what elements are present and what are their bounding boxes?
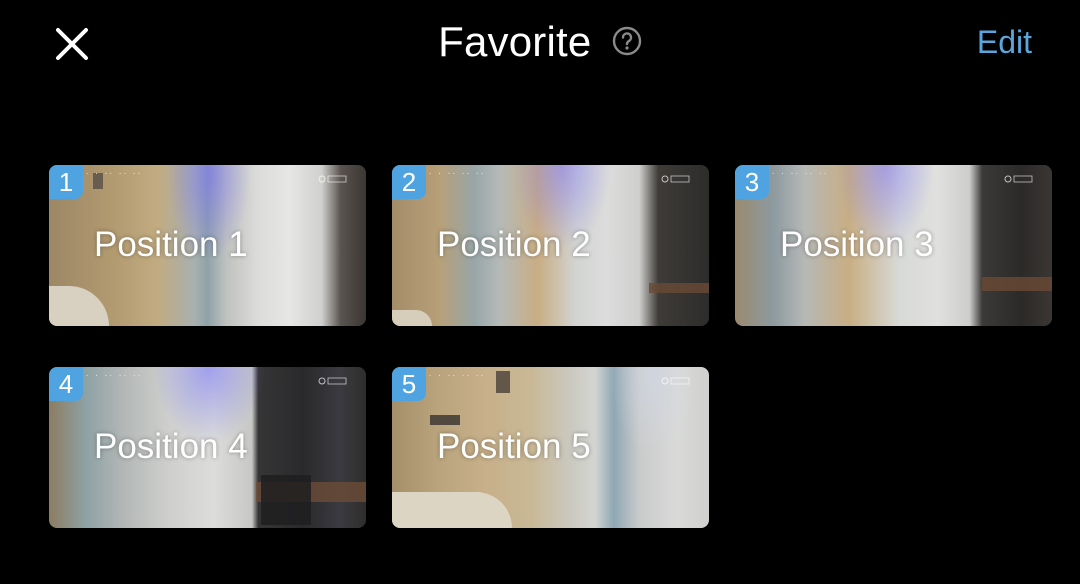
camera-watermark-icon	[318, 377, 347, 385]
position-tile[interactable]: · · ·· ·· ·· 4 Position 4	[49, 367, 366, 528]
timestamp-overlay: · · ·· ·· ··	[771, 170, 828, 178]
position-label: Position 4	[94, 427, 248, 466]
position-tile[interactable]: · · ·· ·· ·· 5 Position 5	[392, 367, 709, 528]
title-area: Favorite	[0, 18, 1080, 70]
header: Favorite Edit	[0, 0, 1080, 90]
position-tile[interactable]: · · ·· ·· ·· 2 Position 2	[392, 165, 709, 326]
camera-watermark-icon	[1004, 175, 1033, 183]
help-circle-icon[interactable]	[612, 26, 642, 56]
position-tile[interactable]: · · ·· ·· ·· 1 Position 1	[49, 165, 366, 326]
timestamp-overlay: · · ·· ·· ··	[85, 170, 142, 178]
snapshot-detail	[982, 277, 1052, 291]
snapshot-detail	[392, 492, 512, 528]
snapshot-detail	[496, 371, 510, 393]
snapshot-detail	[430, 415, 460, 425]
timestamp-overlay: · · ·· ·· ··	[428, 170, 485, 178]
position-number-badge: 1	[49, 165, 83, 199]
camera-watermark-icon	[318, 175, 347, 183]
position-number-badge: 5	[392, 367, 426, 401]
position-number-badge: 3	[735, 165, 769, 199]
position-number-badge: 4	[49, 367, 83, 401]
edit-button[interactable]: Edit	[977, 24, 1032, 61]
timestamp-overlay: · · ·· ·· ··	[428, 372, 485, 380]
camera-watermark-icon	[661, 377, 690, 385]
position-label: Position 5	[437, 427, 591, 466]
camera-watermark-icon	[661, 175, 690, 183]
position-number-badge: 2	[392, 165, 426, 199]
snapshot-detail	[649, 283, 709, 293]
page-title: Favorite	[438, 18, 592, 65]
position-label: Position 3	[780, 225, 934, 264]
position-label: Position 2	[437, 225, 591, 264]
position-label: Position 1	[94, 225, 248, 264]
timestamp-overlay: · · ·· ·· ··	[85, 372, 142, 380]
snapshot-detail	[261, 475, 311, 525]
position-tile[interactable]: · · ·· ·· ·· 3 Position 3	[735, 165, 1052, 326]
